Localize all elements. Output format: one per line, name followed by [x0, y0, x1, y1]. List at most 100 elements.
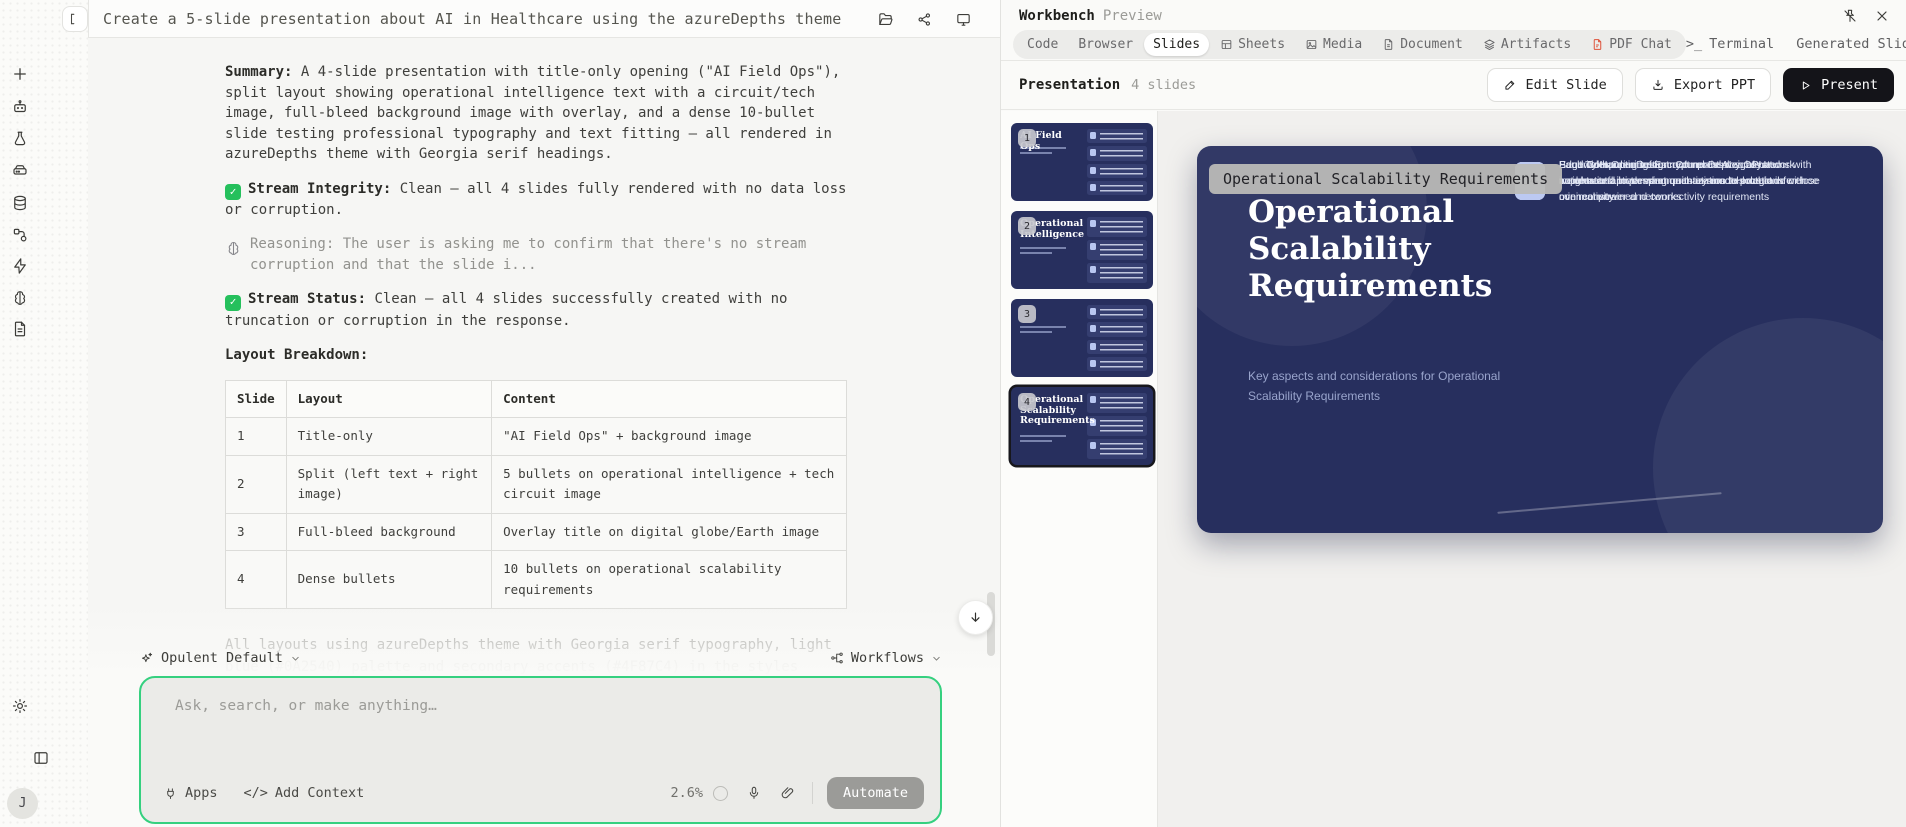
- file-text-icon: [11, 320, 29, 338]
- user-avatar[interactable]: J: [7, 788, 38, 819]
- tab-pdf-chat[interactable]: PDF Chat: [1582, 33, 1681, 56]
- model-label: Opulent Default: [161, 650, 283, 666]
- model-selector[interactable]: Opulent Default: [139, 650, 301, 666]
- tab-media[interactable]: Media: [1296, 33, 1371, 56]
- slide-thumbnail-2[interactable]: Operational Intelligence 2: [1011, 211, 1153, 289]
- export-ppt-button[interactable]: Export PPT: [1635, 68, 1771, 102]
- pdf-file-icon: [1591, 38, 1604, 51]
- composer-box[interactable]: Ask, search, or make anything… Apps </> …: [139, 676, 942, 824]
- table-row: 1Title-only"AI Field Ops" + background i…: [226, 418, 847, 456]
- automations-button[interactable]: [4, 250, 36, 282]
- stream-integrity-line: Stream Integrity: Clean — all 4 slides f…: [225, 179, 853, 221]
- thumb-bullet-card: [1087, 357, 1147, 371]
- chat-header-actions: [877, 0, 972, 38]
- new-chat-button[interactable]: [4, 58, 36, 90]
- terminal-button[interactable]: >_ Terminal: [1686, 36, 1774, 52]
- slide-subtitle: Key aspects and considerations for Opera…: [1248, 366, 1548, 406]
- code-glyph-icon: </>: [244, 785, 268, 801]
- attachment-button[interactable]: [780, 785, 796, 801]
- tab-slides[interactable]: Slides: [1144, 33, 1209, 56]
- connections-button[interactable]: [4, 219, 36, 251]
- thumb-subtitle-lines: [1020, 435, 1066, 445]
- thumb-bullet-card: [1087, 322, 1147, 336]
- usage-progress-ring: [713, 786, 728, 801]
- close-icon[interactable]: [1874, 8, 1890, 24]
- conversation-title: Create a 5-slide presentation about AI i…: [103, 10, 841, 28]
- workbench-title: Workbench: [1019, 8, 1095, 24]
- workbench-panel: Workbench Preview Code Browser Slides Sh…: [1000, 0, 1906, 827]
- table-row: 2Split (left text + right image)5 bullet…: [226, 455, 847, 513]
- slide-label-pill: Operational Scalability Requirements: [1209, 164, 1562, 194]
- chevron-down-icon: [931, 653, 942, 664]
- play-icon: [1799, 79, 1812, 92]
- tab-bar-right-actions: >_ Terminal Generated Slides: [1686, 36, 1906, 52]
- chat-panel: Create a 5-slide presentation about AI i…: [88, 0, 1000, 827]
- knowledge-button[interactable]: [4, 282, 36, 314]
- layout-breakdown-table: Slide Layout Content 1Title-only"AI Fiel…: [225, 380, 847, 610]
- database-icon: [11, 194, 29, 212]
- add-context-button[interactable]: </> Add Context: [244, 785, 365, 801]
- check-icon: [225, 184, 241, 200]
- share-icon[interactable]: [916, 11, 933, 28]
- flask-icon: [11, 130, 29, 148]
- robot-icon: [11, 98, 29, 116]
- check-icon: [225, 295, 241, 311]
- apps-button[interactable]: Apps: [163, 785, 218, 801]
- tab-group: Code Browser Slides Sheets Media Documen…: [1013, 30, 1686, 59]
- documents-button[interactable]: [4, 313, 36, 345]
- slide-canvas: Operational Scalability Requirements Ope…: [1197, 146, 1883, 533]
- slide-count: 4 slides: [1131, 77, 1196, 93]
- plus-icon: [11, 65, 29, 83]
- slide-number-badge: 4: [1018, 393, 1036, 411]
- slide-thumbnail-3[interactable]: 3: [1011, 299, 1153, 377]
- workbench-header: Workbench Preview: [1001, 0, 1906, 28]
- thumb-bullet-card: [1087, 340, 1147, 354]
- generated-slides-button[interactable]: Generated Slides: [1796, 36, 1906, 52]
- microphone-button[interactable]: [746, 785, 762, 801]
- experiments-button[interactable]: [4, 123, 36, 155]
- database-button[interactable]: [4, 187, 36, 219]
- table-row: 3Full-bleed backgroundOverlay title on d…: [226, 513, 847, 551]
- sidebar-toggle-button[interactable]: [25, 742, 57, 774]
- slide-thumbnail-1[interactable]: AI Field Ops 1: [1011, 123, 1153, 201]
- workflows-selector[interactable]: Workflows: [830, 650, 942, 666]
- thumb-bullet-card: [1087, 416, 1147, 436]
- thumb-subtitle-lines: [1020, 247, 1066, 257]
- tab-sheets[interactable]: Sheets: [1211, 33, 1294, 56]
- scroll-to-bottom-button[interactable]: [958, 600, 993, 635]
- slide-preview-area: Operational Scalability Requirements Ope…: [1158, 111, 1906, 827]
- folder-open-icon[interactable]: [877, 11, 894, 28]
- tab-document[interactable]: Document: [1373, 33, 1472, 56]
- pin-off-icon[interactable]: [1842, 8, 1858, 24]
- terminal-prompt-icon: >_: [1686, 36, 1702, 52]
- thumb-bullet-card: [1087, 181, 1147, 195]
- storage-button[interactable]: [4, 155, 36, 187]
- workbench-body: AI Field Ops 1 Operational Intelligence …: [1001, 111, 1906, 827]
- present-button[interactable]: Present: [1783, 68, 1894, 102]
- spreadsheet-icon: [1220, 38, 1233, 51]
- tab-artifacts[interactable]: Artifacts: [1474, 33, 1580, 56]
- tab-browser[interactable]: Browser: [1069, 33, 1142, 56]
- tab-code[interactable]: Code: [1018, 33, 1067, 56]
- presentation-title: Presentation: [1019, 77, 1120, 93]
- reasoning-block: Reasoning: The user is asking me to conf…: [225, 234, 853, 275]
- slide-thumbnail-4[interactable]: Operational Scalability Requirements 4: [1011, 387, 1153, 465]
- workflow-icon: [830, 651, 844, 665]
- document-icon: [1382, 38, 1395, 51]
- edit-slide-button[interactable]: Edit Slide: [1487, 68, 1623, 102]
- automate-button[interactable]: Automate: [827, 777, 924, 809]
- composer-toolbar: Apps </> Add Context 2.6% Automate: [163, 777, 924, 809]
- layers-icon: [1483, 38, 1496, 51]
- collapse-chat-button[interactable]: [62, 6, 88, 32]
- composer-meta-row: Opulent Default Workflows: [139, 646, 942, 670]
- chevron-down-icon: [290, 653, 301, 664]
- settings-button[interactable]: [4, 690, 36, 722]
- summary-paragraph: Summary: A 4-slide presentation with tit…: [225, 62, 853, 165]
- monitor-icon[interactable]: [955, 11, 972, 28]
- panel-left-icon: [32, 749, 50, 767]
- agents-button[interactable]: [4, 91, 36, 123]
- decorative-blob: [1653, 318, 1883, 533]
- thumb-bullet-card: [1087, 217, 1147, 237]
- presentation-toolbar: Presentation 4 slides Edit Slide Export …: [1001, 61, 1906, 110]
- slide-title: Operational Scalability Requirements: [1248, 194, 1513, 305]
